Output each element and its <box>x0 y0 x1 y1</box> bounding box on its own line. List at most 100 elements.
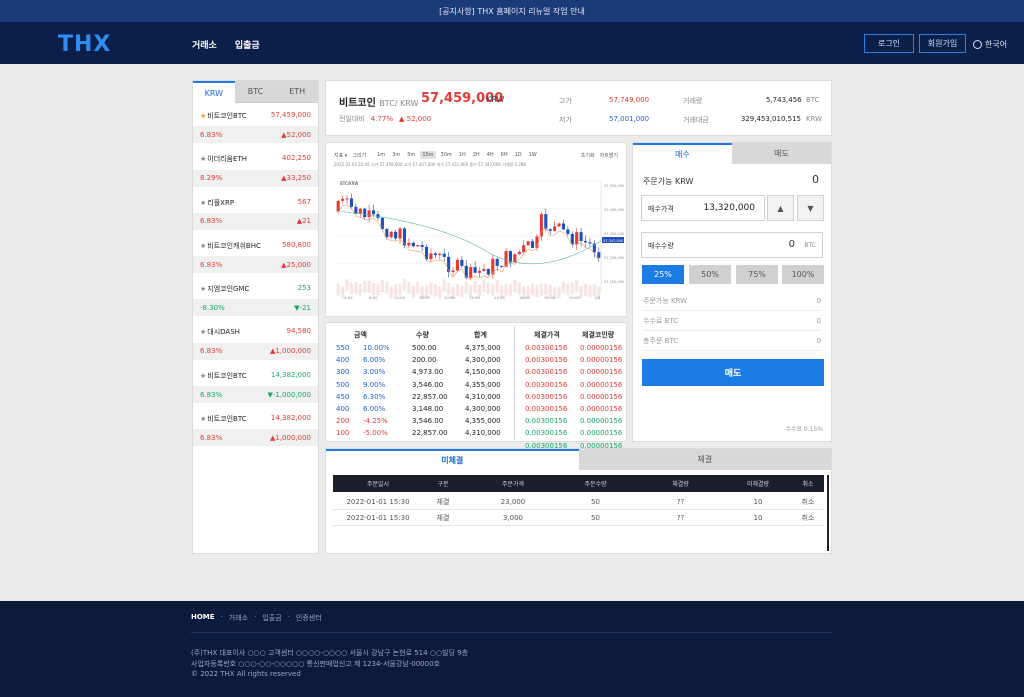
coin-row[interactable]: ★이더리움ETH 402,250 8.29% ▲33,250 <box>193 146 318 189</box>
price-up-button[interactable]: ▲ <box>767 195 794 221</box>
coin-price: 57,459,000 <box>270 111 311 119</box>
coin-row[interactable]: ★지엠코인GMC 253 -8.30% ▼-21 <box>193 276 318 319</box>
scrollbar[interactable] <box>827 475 829 551</box>
book-fill-price: 0.00300156 <box>525 380 568 389</box>
star-icon[interactable]: ★ <box>200 415 206 423</box>
info-label: 수수료 BTC <box>643 316 679 325</box>
coin-row[interactable]: ★리플XRP 567 6.83% ▲21 <box>193 190 318 233</box>
volume-bar <box>398 283 402 296</box>
footer-nav-item[interactable]: 입출금 <box>262 613 281 623</box>
book-amount[interactable]: 400 <box>336 405 349 413</box>
cancel-button[interactable]: 취소 <box>793 510 823 525</box>
notice-bar[interactable]: [공지사항] THX 홈페이지 리뉴얼 작업 안내 <box>0 0 1024 22</box>
timeframe-1W[interactable]: 1W <box>527 151 539 159</box>
percent-50-button[interactable]: 50% <box>689 265 731 284</box>
chart-reset-button[interactable]: 초기화 <box>581 152 595 159</box>
login-button[interactable]: 로그인 <box>864 34 914 53</box>
coin-name: ★비트코인BTC <box>200 414 247 424</box>
star-icon[interactable]: ★ <box>200 285 206 293</box>
timeframe-1m[interactable]: 1m <box>375 151 387 159</box>
logo[interactable]: THX <box>58 32 111 57</box>
timeframe-30m[interactable]: 30m <box>439 151 454 159</box>
coin-row[interactable]: ★비트코인BTC 14,382,000 6.83% ▲1,000,000 <box>193 406 318 449</box>
book-amount[interactable]: 200 <box>336 417 349 425</box>
candle-body <box>526 241 530 246</box>
volume-bar <box>429 282 433 295</box>
draw-button[interactable]: 그리기 <box>352 152 366 159</box>
signup-button[interactable]: 회원가입 <box>919 34 966 53</box>
table-row[interactable]: 2022-01-01 15:30 체결 3,000 50?? 10 취소 <box>333 510 824 526</box>
coin-row[interactable]: ★비트코인BTC 57,459,000 6.83% ▲52,000 <box>193 103 318 146</box>
buy-qty-value[interactable]: 0 <box>789 239 795 250</box>
coin-name: ★비트코인캐쉬BHC <box>200 241 261 251</box>
footer-nav-item[interactable]: 거래소 <box>229 613 248 623</box>
indicator-button[interactable]: 지표 ▾ <box>334 152 347 159</box>
book-amount[interactable]: 300 <box>336 368 349 376</box>
coin-row[interactable]: ★비트코인캐쉬BHC 580,800 6.83% ▲25,000 <box>193 233 318 276</box>
coin-row[interactable]: ★대시DASH 94,580 6.83% ▲1,000,000 <box>193 319 318 362</box>
star-icon[interactable]: ★ <box>200 328 206 336</box>
sell-button[interactable]: 매도 <box>642 359 824 386</box>
book-amount[interactable]: 400 <box>336 356 349 364</box>
notice-text[interactable]: [공지사항] THX 홈페이지 리뉴얼 작업 안내 <box>439 6 585 17</box>
volume-bar <box>539 283 543 296</box>
volume-bar <box>557 286 561 299</box>
chart-fullscreen-button[interactable]: 차트열기 <box>600 152 618 159</box>
tab-krw[interactable]: KRW <box>193 81 235 103</box>
language-selector[interactable]: 한국어 <box>973 39 1007 50</box>
book-percent: 6.00% <box>363 405 386 413</box>
info-label: 주문가능 KRW <box>643 296 688 305</box>
buy-price-field[interactable]: 매수가격 13,320,000 <box>641 195 765 221</box>
cancel-button[interactable]: 취소 <box>793 494 823 509</box>
book-amount[interactable]: 500 <box>336 381 349 389</box>
star-icon[interactable]: ★ <box>200 155 206 163</box>
star-icon[interactable]: ★ <box>200 242 206 250</box>
timeframe-5m[interactable]: 5m <box>405 151 417 159</box>
tab-eth[interactable]: ETH <box>276 81 319 103</box>
buy-price-value[interactable]: 13,320,000 <box>703 203 755 213</box>
tab-btc[interactable]: BTC <box>234 81 277 103</box>
table-row[interactable]: 2022-01-01 15:30 체결 23,000 50?? 10 취소 <box>333 494 824 510</box>
timeframe-4H[interactable]: 4H <box>485 151 496 159</box>
nav-deposit-withdraw[interactable]: 입출금 <box>235 38 260 51</box>
book-amount[interactable]: 450 <box>336 393 349 401</box>
star-icon[interactable]: ★ <box>200 112 206 120</box>
timeframe-3m[interactable]: 3m <box>390 151 402 159</box>
book-header-total: 합계 <box>474 331 487 339</box>
footer-nav-item[interactable]: 인증센터 <box>296 613 322 623</box>
table-cell: 50 <box>591 497 600 506</box>
percent-75-button[interactable]: 75% <box>736 265 778 284</box>
percent-100-button[interactable]: 100% <box>782 265 824 284</box>
timeframe-1H[interactable]: 1H <box>457 151 468 159</box>
timeframe-2H[interactable]: 2H <box>471 151 482 159</box>
tab-buy[interactable]: 매수 <box>633 143 732 164</box>
candle-body <box>588 242 592 244</box>
volume-bar <box>579 286 583 299</box>
candle-body <box>371 210 376 215</box>
buy-qty-field[interactable]: 매수수량 0 BTC <box>641 232 823 258</box>
volume-bar <box>535 284 539 297</box>
tab-filled-orders[interactable]: 체결 <box>578 449 831 470</box>
table-cell: 3,000 <box>502 513 524 522</box>
prev-label: 전일대비 <box>339 115 365 123</box>
candlestick-chart[interactable]: 57,347,000 57,500,000 57,400,000 57,300,000… <box>326 173 626 313</box>
price-down-button[interactable]: ▼ <box>797 195 824 221</box>
candle-body <box>433 253 437 256</box>
coin-row[interactable]: ★비트코인BTC 14,382,000 6.83% ▼-1,000,000 <box>193 363 318 406</box>
percent-25-button[interactable]: 25% <box>642 265 684 284</box>
timeframe-15m[interactable]: 15m <box>420 151 436 159</box>
tab-sell[interactable]: 매도 <box>732 143 831 164</box>
book-amount[interactable]: 550 <box>336 344 349 352</box>
header: THX 거래소 입출금 로그인 회원가입 한국어 <box>0 22 1024 64</box>
star-icon[interactable]: ★ <box>200 199 206 207</box>
footer-nav-item[interactable]: HOME <box>191 613 215 623</box>
timeframe-1D[interactable]: 1D <box>513 151 524 159</box>
star-icon[interactable]: ★ <box>200 372 206 380</box>
prev-pct: 4.77% <box>370 115 394 123</box>
book-percent: 9.00% <box>363 380 386 389</box>
book-amount[interactable]: 100 <box>336 429 349 437</box>
candle-body <box>460 259 464 266</box>
timeframe-6H[interactable]: 6H <box>499 151 510 159</box>
nav-exchange[interactable]: 거래소 <box>192 38 217 51</box>
tab-open-orders[interactable]: 미체결 <box>326 449 579 470</box>
